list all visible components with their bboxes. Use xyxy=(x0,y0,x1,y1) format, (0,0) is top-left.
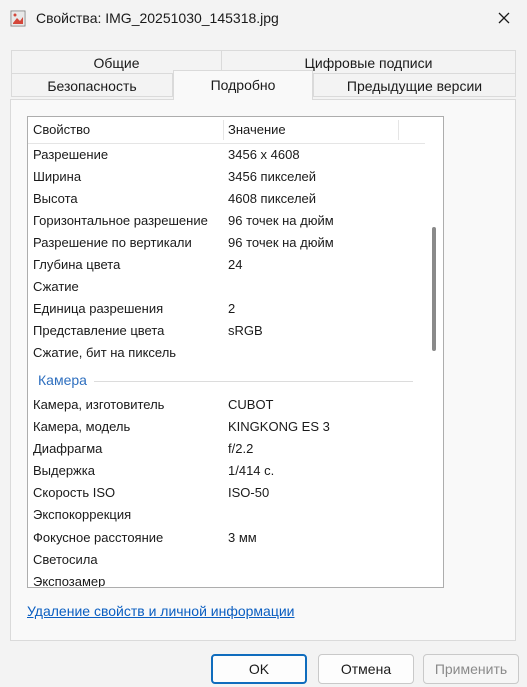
list-item[interactable]: Ширина 3456 пикселей xyxy=(28,166,423,188)
list-item[interactable]: Экспокоррекция xyxy=(28,504,423,526)
ok-button[interactable]: OK xyxy=(211,654,307,684)
property-value: KINGKONG ES 3 xyxy=(228,419,330,434)
properties-list[interactable]: Свойство Значение Разрешение 3456 x 4608 … xyxy=(27,116,444,588)
property-value: sRGB xyxy=(228,323,263,338)
list-item[interactable]: Выдержка 1/414 с. xyxy=(28,460,423,482)
list-item[interactable]: Фокусное расстояние 3 мм xyxy=(28,527,423,549)
column-divider[interactable] xyxy=(398,120,399,140)
property-name: Глубина цвета xyxy=(33,257,121,272)
property-name: Сжатие, бит на пиксель xyxy=(33,345,177,360)
property-name: Выдержка xyxy=(33,463,95,478)
property-name: Диафрагма xyxy=(33,441,103,456)
property-name: Разрешение по вертикали xyxy=(33,235,192,250)
property-value: ISO-50 xyxy=(228,485,270,500)
list-item[interactable]: Экспозамер xyxy=(28,571,423,588)
property-value: 4608 пикселей xyxy=(228,191,317,206)
list-item[interactable]: Высота 4608 пикселей xyxy=(28,188,423,210)
property-name: Высота xyxy=(33,191,78,206)
list-item[interactable]: Сжатие xyxy=(28,276,423,298)
vertical-scrollbar[interactable] xyxy=(425,117,443,587)
property-name: Экспозамер xyxy=(33,574,106,588)
property-name: Экспокоррекция xyxy=(33,507,132,522)
close-icon xyxy=(498,12,510,27)
property-value: CUBOT xyxy=(228,397,274,412)
property-name: Горизонтальное разрешение xyxy=(33,213,208,228)
property-name: Единица разрешения xyxy=(33,301,164,316)
property-value: 2 xyxy=(228,301,236,316)
list-item[interactable]: Разрешение 3456 x 4608 xyxy=(28,144,423,166)
list-item[interactable]: Светосила xyxy=(28,549,423,571)
list-header: Свойство Значение xyxy=(28,117,425,144)
property-name: Камера, модель xyxy=(33,419,131,434)
group-header-camera: Камера xyxy=(28,369,423,391)
property-value: 24 xyxy=(228,257,243,272)
column-header-property[interactable]: Свойство xyxy=(33,122,90,137)
list-item[interactable]: Глубина цвета 24 xyxy=(28,254,423,276)
title-bar: Свойства: IMG_20251030_145318.jpg xyxy=(0,0,527,38)
tab-security[interactable]: Безопасность xyxy=(11,73,173,97)
remove-properties-link[interactable]: Удаление свойств и личной информации xyxy=(27,603,295,619)
close-button[interactable] xyxy=(481,0,527,38)
group-title: Камера xyxy=(38,372,87,388)
list-item[interactable]: Скорость ISO ISO-50 xyxy=(28,482,423,504)
list-item[interactable]: Единица разрешения 2 xyxy=(28,298,423,320)
list-item[interactable]: Разрешение по вертикали 96 точек на дюйм xyxy=(28,232,423,254)
property-value: 3456 x 4608 xyxy=(228,147,300,162)
property-name: Камера, изготовитель xyxy=(33,397,165,412)
property-value: 3456 пикселей xyxy=(228,169,317,184)
list-item[interactable]: Горизонтальное разрешение 96 точек на дюй… xyxy=(28,210,423,232)
list-item[interactable]: Диафрагма f/2.2 xyxy=(28,438,423,460)
tab-details[interactable]: Подробно xyxy=(173,70,313,100)
property-value: 1/414 с. xyxy=(228,463,275,478)
window-title: Свойства: IMG_20251030_145318.jpg xyxy=(36,10,279,26)
property-name: Разрешение xyxy=(33,147,109,162)
property-name: Ширина xyxy=(33,169,82,184)
list-item[interactable]: Представление цвета sRGB xyxy=(28,320,423,342)
property-name: Фокусное расстояние xyxy=(33,530,164,545)
group-divider xyxy=(94,381,413,382)
list-item[interactable]: Камера, изготовитель CUBOT xyxy=(28,394,423,416)
image-file-icon xyxy=(10,10,26,27)
property-value: 96 точек на дюйм xyxy=(228,213,334,228)
scrollbar-thumb[interactable] xyxy=(432,227,436,351)
column-header-value[interactable]: Значение xyxy=(228,122,286,137)
property-name: Светосила xyxy=(33,552,98,567)
apply-button[interactable]: Применить xyxy=(423,654,519,684)
list-item[interactable]: Камера, модель KINGKONG ES 3 xyxy=(28,416,423,438)
property-value: f/2.2 xyxy=(228,441,254,456)
property-value: 96 точек на дюйм xyxy=(228,235,334,250)
property-name: Представление цвета xyxy=(33,323,165,338)
cancel-button[interactable]: Отмена xyxy=(318,654,414,684)
list-item[interactable]: Сжатие, бит на пиксель xyxy=(28,342,423,364)
tab-previous-versions[interactable]: Предыдущие версии xyxy=(313,73,516,97)
property-name: Сжатие xyxy=(33,279,79,294)
property-value: 3 мм xyxy=(228,530,257,545)
property-name: Скорость ISO xyxy=(33,485,116,500)
column-divider[interactable] xyxy=(223,120,224,140)
